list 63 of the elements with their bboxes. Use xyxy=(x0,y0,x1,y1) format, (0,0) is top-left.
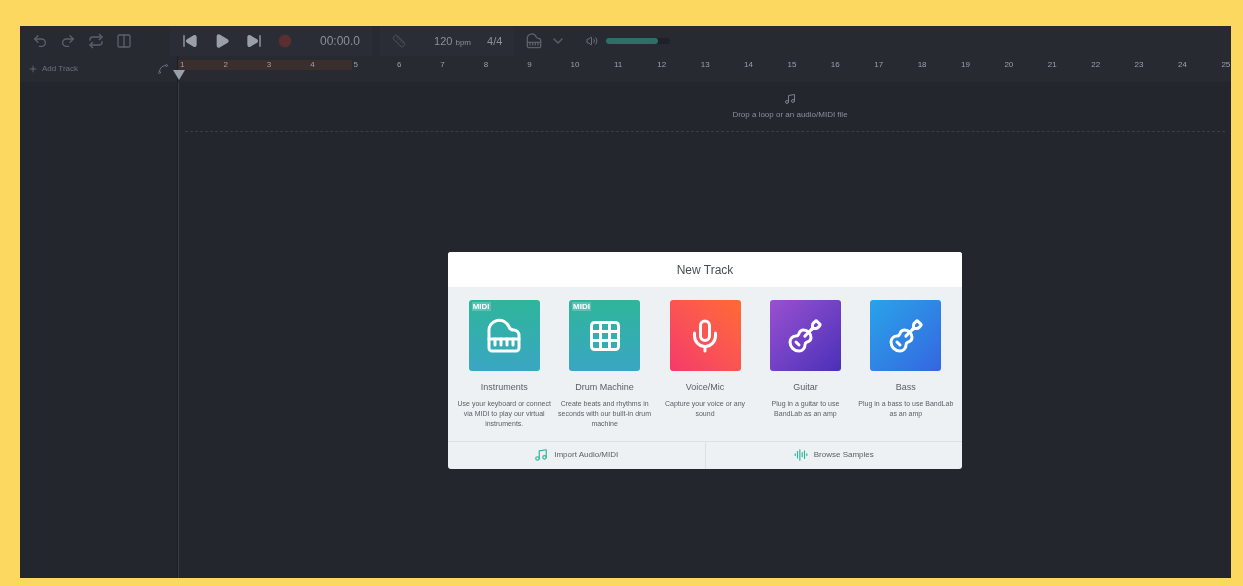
track-type-label: Guitar xyxy=(793,381,818,394)
bar-number: 24 xyxy=(1178,59,1187,71)
music-note-icon xyxy=(784,92,796,105)
drop-hint: Drop a loop or an audio/MIDI file xyxy=(732,108,848,121)
midi-badge: MIDI xyxy=(471,302,491,311)
track-type-tile[interactable] xyxy=(769,300,841,371)
bar-number: 7 xyxy=(440,59,445,71)
tempo-display[interactable]: 120 bpm xyxy=(434,32,472,50)
split-icon[interactable] xyxy=(116,33,132,49)
volume-slider[interactable] xyxy=(606,38,671,44)
piano-icon xyxy=(486,317,523,354)
dialog-title: New Track xyxy=(676,261,734,279)
bar-number: 16 xyxy=(830,59,840,71)
skip-forward-icon[interactable] xyxy=(246,33,262,49)
bar-number: 23 xyxy=(1134,59,1144,71)
bar-number: 15 xyxy=(787,59,797,71)
bar-number: 18 xyxy=(917,59,927,71)
keyboard-icon[interactable] xyxy=(526,33,543,49)
plus-icon xyxy=(28,64,38,74)
bar-number: 10 xyxy=(570,59,580,71)
time-display: 00:00.0 xyxy=(320,33,361,50)
guitar-icon xyxy=(887,317,924,354)
track-type-label: Drum Machine xyxy=(575,381,634,394)
bar-number: 20 xyxy=(1004,59,1014,71)
midi-badge: MIDI xyxy=(572,302,591,311)
automation-icon[interactable] xyxy=(157,63,169,75)
bar-number: 21 xyxy=(1047,59,1057,71)
bar-number: 9 xyxy=(527,59,532,71)
guitar-icon xyxy=(787,317,824,354)
bar-number: 6 xyxy=(396,59,402,71)
loop-icon[interactable] xyxy=(88,33,104,49)
bar-number: 1 xyxy=(180,59,185,71)
bar-number: 25 xyxy=(1221,59,1231,71)
play-icon[interactable] xyxy=(214,33,230,49)
track-type-label: Bass xyxy=(895,381,916,394)
waveform-icon xyxy=(793,448,808,462)
redo-icon[interactable] xyxy=(60,33,76,49)
bar-number: 19 xyxy=(961,59,970,71)
volume-icon[interactable] xyxy=(586,35,599,47)
music-note-icon xyxy=(534,448,549,462)
time-signature[interactable]: 4/4 xyxy=(487,32,503,50)
bar-number: 5 xyxy=(353,59,358,71)
bar-number: 2 xyxy=(223,59,228,71)
playhead-icon[interactable] xyxy=(173,70,185,80)
track-type-tile[interactable] xyxy=(870,300,942,371)
bar-number: 13 xyxy=(700,59,710,71)
bar-number: 4 xyxy=(310,59,315,71)
bar-number: 14 xyxy=(744,59,753,71)
bar-number: 17 xyxy=(874,59,884,71)
add-track-button[interactable]: Add Track xyxy=(28,63,78,75)
bar-number: 11 xyxy=(613,59,623,71)
undo-icon[interactable] xyxy=(32,33,48,49)
skip-back-icon[interactable] xyxy=(182,33,198,49)
track-type-label: Voice/Mic xyxy=(685,381,725,394)
bar-number: 22 xyxy=(1091,59,1101,71)
bar-number: 3 xyxy=(266,59,272,71)
dialog-footer-button[interactable]: Browse Samples xyxy=(704,441,962,469)
drop-zone[interactable]: Drop a loop or an audio/MIDI file xyxy=(185,82,1225,132)
track-type-tile[interactable] xyxy=(669,300,741,371)
dialog-footer-button[interactable]: Import Audio/MIDI xyxy=(448,441,705,469)
bar-number: 12 xyxy=(657,59,667,71)
track-type-label: Instruments xyxy=(480,381,528,394)
bar-number: 8 xyxy=(483,59,489,71)
